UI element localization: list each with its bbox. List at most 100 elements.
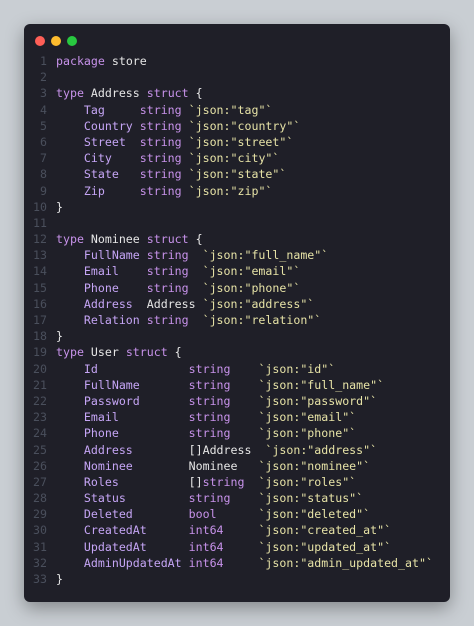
code-line: 6 Street string `json:"street"` <box>24 134 450 150</box>
code-text: Roles []string `json:"roles"` <box>47 474 356 490</box>
line-number: 30 <box>33 523 47 538</box>
code-line: 15 Phone string `json:"phone"` <box>24 280 450 296</box>
code-token: Address <box>83 86 147 101</box>
window-controls <box>35 36 77 46</box>
code-line: 13 FullName string `json:"full_name"` <box>24 247 450 263</box>
code-token: AdminUpdatedAt <box>56 555 189 570</box>
code-token: { <box>167 345 182 360</box>
code-line: 26 Nominee Nominee `json:"nominee"` <box>24 458 450 474</box>
code-text: } <box>47 571 63 587</box>
code-token: Nominee <box>83 232 147 247</box>
line-number: 8 <box>40 167 47 182</box>
line-number: 25 <box>33 442 47 457</box>
code-line: 9 Zip string `json:"zip"` <box>24 183 450 199</box>
code-text: type User struct { <box>47 344 182 360</box>
code-text: Address []Address `json:"address"` <box>47 442 377 458</box>
code-editor[interactable]: 1 package store 2 3 type Address struct {4 T… <box>24 53 450 587</box>
code-token: struct <box>125 345 168 360</box>
code-token: `json:"roles"` <box>258 474 357 489</box>
code-token: Deleted <box>56 507 189 522</box>
code-token: `json:"password"` <box>258 393 378 408</box>
code-text: type Address struct { <box>47 85 203 101</box>
code-text: Email string `json:"email"` <box>47 263 300 279</box>
line-number: 14 <box>33 264 47 279</box>
code-token: Phone <box>56 426 189 441</box>
code-text: Nominee Nominee `json:"nominee"` <box>47 458 370 474</box>
code-token: { <box>188 232 203 247</box>
code-token: Address <box>56 296 147 311</box>
code-text: Country string `json:"country"` <box>47 118 300 134</box>
code-token: string <box>139 183 189 198</box>
code-text: } <box>47 328 63 344</box>
code-token: string <box>188 377 259 392</box>
code-token: } <box>56 199 63 214</box>
code-token: type <box>56 232 84 247</box>
code-line: 24 Phone string `json:"phone"` <box>24 425 450 441</box>
code-text: Phone string `json:"phone"` <box>47 425 356 441</box>
maximize-button[interactable] <box>67 36 77 46</box>
code-token: `json:"address"` <box>202 296 315 311</box>
code-token: `json:"admin_updated_at"` <box>258 555 433 570</box>
code-token: Tag <box>56 102 140 117</box>
code-token: Address <box>202 442 266 457</box>
code-token: type <box>56 86 84 101</box>
code-text: type Nominee struct { <box>47 231 203 247</box>
code-token: struct <box>146 86 189 101</box>
code-token: `json:"email"` <box>258 410 357 425</box>
code-line: 3 type Address struct { <box>24 85 450 101</box>
line-number: 4 <box>40 102 47 117</box>
code-line: 1 package store <box>24 53 450 69</box>
code-line: 18} <box>24 328 450 344</box>
minimize-button[interactable] <box>51 36 61 46</box>
code-line: 4 Tag string `json:"tag"` <box>24 102 450 118</box>
code-token: `json:"updated_at"` <box>258 539 392 554</box>
line-number: 23 <box>33 410 47 425</box>
code-token: struct <box>146 232 189 247</box>
code-token: string <box>139 134 189 149</box>
code-token: `json:"country"` <box>188 118 301 133</box>
code-token: `json:"relation"` <box>202 313 322 327</box>
code-line: 28 Status string `json:"status"` <box>24 490 450 506</box>
code-token: string <box>188 410 259 425</box>
code-text: Password string `json:"password"` <box>47 393 377 409</box>
code-token: Roles <box>56 474 189 489</box>
code-line: 25 Address []Address `json:"address"` <box>24 442 450 458</box>
line-number: 15 <box>33 280 47 295</box>
code-token: UpdatedAt <box>56 539 189 554</box>
code-token: Street <box>56 134 140 149</box>
code-line: 12 type Nominee struct { <box>24 231 450 247</box>
code-token: `json:"email"` <box>202 264 301 279</box>
code-line: 5 Country string `json:"country"` <box>24 118 450 134</box>
code-token: Zip <box>56 183 140 198</box>
line-number: 13 <box>33 248 47 263</box>
line-number: 3 <box>40 86 47 101</box>
line-number: 33 <box>33 572 47 586</box>
code-line: 23 Email string `json:"email"` <box>24 409 450 425</box>
code-token: `json:"full_name"` <box>258 377 385 392</box>
code-text: Status string `json:"status"` <box>47 490 363 506</box>
code-line: 17 Relation string `json:"relation"` <box>24 312 450 328</box>
line-number: 22 <box>33 393 47 408</box>
code-text: Address Address `json:"address"` <box>47 296 314 312</box>
close-button[interactable] <box>35 36 45 46</box>
line-number: 2 <box>40 70 47 85</box>
code-token: `json:"city"` <box>188 151 280 166</box>
line-number: 27 <box>33 474 47 489</box>
code-token: string <box>146 248 203 263</box>
code-token: package <box>56 54 105 68</box>
code-token: `json:"nominee"` <box>258 458 371 473</box>
code-line: 30 CreatedAt int64 `json:"created_at"` <box>24 522 450 538</box>
code-text: Phone string `json:"phone"` <box>47 280 300 296</box>
code-token: int64 <box>188 523 259 538</box>
code-text: UpdatedAt int64 `json:"updated_at"` <box>47 539 391 555</box>
code-line: 2 <box>24 69 450 85</box>
code-text: FullName string `json:"full_name"` <box>47 377 384 393</box>
code-token: } <box>56 572 63 586</box>
code-line: 8 State string `json:"state"` <box>24 166 450 182</box>
code-line: 27 Roles []string `json:"roles"` <box>24 474 450 490</box>
code-token: `json:"street"` <box>188 134 294 149</box>
code-token: `json:"address"` <box>265 442 378 457</box>
code-token: `json:"deleted"` <box>258 507 371 522</box>
